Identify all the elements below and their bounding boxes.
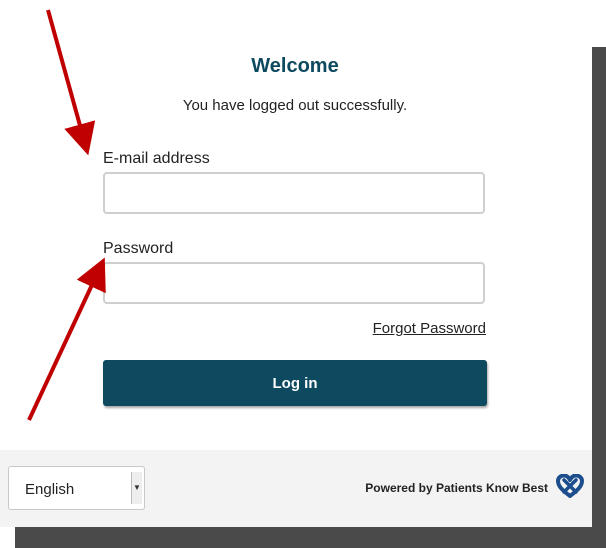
page-title: Welcome [251,55,339,77]
logout-message: You have logged out successfully. [182,97,408,114]
password-label: Password [103,240,174,257]
forgot-password-link[interactable]: Forgot Password [373,320,486,337]
window-shadow-right [592,47,606,548]
language-selected-value: English [25,481,75,498]
login-button[interactable]: Log in [103,360,487,406]
language-select[interactable]: English ▼ [8,466,145,510]
email-field[interactable] [103,172,485,214]
email-label: E-mail address [103,150,210,167]
arrow-to-password [27,257,106,421]
pkb-logo-icon [556,474,584,498]
powered-by-text: Powered by Patients Know Best [365,481,548,495]
password-field[interactable] [103,262,485,304]
dropdown-arrow-icon[interactable]: ▼ [131,472,142,504]
window-shadow-bottom [15,527,606,548]
